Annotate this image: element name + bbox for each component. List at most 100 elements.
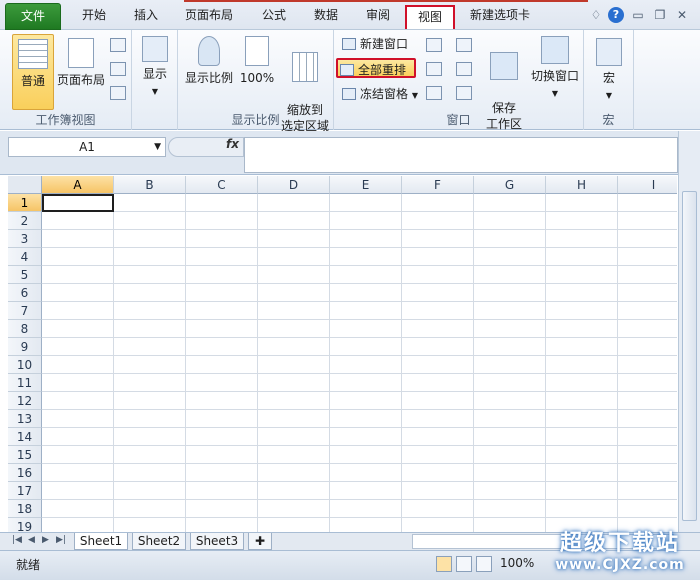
next-sheet-icon[interactable]: ▶ <box>42 535 49 545</box>
column-header[interactable]: E <box>330 176 402 194</box>
tab-page-layout[interactable]: 页面布局 <box>178 3 240 30</box>
column-header[interactable]: I <box>618 176 677 194</box>
minimize-window-icon[interactable]: ▭ <box>630 7 646 23</box>
column-header[interactable]: B <box>114 176 186 194</box>
name-box[interactable]: A1 ▼ <box>8 137 166 157</box>
row-header[interactable]: 10 <box>8 356 42 374</box>
tab-insert[interactable]: 插入 <box>124 3 168 30</box>
row-header[interactable]: 6 <box>8 284 42 302</box>
view-side-by-side-icon[interactable] <box>456 38 472 52</box>
status-ready: 就绪 <box>16 558 41 572</box>
zoom-button[interactable]: 显示比例 <box>182 34 236 110</box>
row-header[interactable]: 15 <box>8 446 42 464</box>
tab-data[interactable]: 数据 <box>304 3 348 30</box>
row-header[interactable]: 7 <box>8 302 42 320</box>
column-header[interactable]: D <box>258 176 330 194</box>
zoom-label: 显示比例 <box>184 71 233 85</box>
row-header[interactable]: 5 <box>8 266 42 284</box>
new-window-label: 新建窗口 <box>360 37 409 51</box>
chevron-down-icon[interactable]: ▼ <box>154 138 161 156</box>
synchronous-scrolling-icon[interactable] <box>456 62 472 76</box>
last-sheet-icon[interactable]: ▶| <box>56 535 66 545</box>
formula-input[interactable] <box>244 137 678 173</box>
show-button[interactable]: 显示 ▼ <box>136 34 174 110</box>
scroll-thumb[interactable] <box>682 191 697 521</box>
row-header[interactable]: 19 <box>8 518 42 532</box>
site-watermark: 超级下载站 www.CJXZ.com <box>540 525 700 580</box>
hide-icon[interactable] <box>426 62 442 76</box>
zoom-level[interactable]: 100% <box>500 556 534 570</box>
watermark-line2: www.CJXZ.com <box>555 557 685 573</box>
macros-label: 宏 <box>602 71 615 85</box>
switch-windows-button[interactable]: 切换窗口 ▼ <box>528 34 582 110</box>
chevron-down-icon: ▼ <box>411 91 418 100</box>
page-layout-view-button[interactable]: 页面布局 <box>56 34 106 110</box>
custom-views-icon[interactable] <box>110 62 126 76</box>
restore-window-icon[interactable]: ❐ <box>652 7 668 23</box>
zoom-100-label: 100% <box>239 71 275 85</box>
show-icon <box>142 36 168 62</box>
row-header[interactable]: 9 <box>8 338 42 356</box>
column-header[interactable]: A <box>42 176 114 194</box>
save-workspace-button[interactable]: 保存 工作区 <box>482 34 526 131</box>
row-header[interactable]: 13 <box>8 410 42 428</box>
reset-window-position-icon[interactable] <box>456 86 472 100</box>
close-window-icon[interactable]: ✕ <box>674 7 690 23</box>
page-layout-status-icon[interactable] <box>456 556 472 572</box>
column-header[interactable]: G <box>474 176 546 194</box>
arrange-all-button[interactable]: 全部重排 <box>336 58 416 78</box>
magnifier-icon <box>198 36 220 66</box>
zoom-to-selection-button[interactable]: 缩放到 选定区域 <box>278 34 332 133</box>
row-header[interactable]: 2 <box>8 212 42 230</box>
zoom-100-button[interactable]: 100% <box>238 34 276 110</box>
column-header[interactable]: C <box>186 176 258 194</box>
page-break-status-icon[interactable] <box>476 556 492 572</box>
full-screen-icon[interactable] <box>110 86 126 100</box>
normal-view-status-icon[interactable] <box>436 556 452 572</box>
sheet-tab-sheet1[interactable]: Sheet1 <box>74 533 128 550</box>
arrange-all-label: 全部重排 <box>358 63 407 77</box>
insert-sheet-icon[interactable]: ✚ <box>248 533 272 550</box>
insert-function-icon[interactable]: fx <box>226 137 239 151</box>
row-header[interactable]: 12 <box>8 392 42 410</box>
tab-new-tab[interactable]: 新建选项卡 <box>462 3 538 30</box>
switch-windows-icon <box>541 36 569 64</box>
minimize-ribbon-icon[interactable]: ♢ <box>588 7 604 23</box>
select-all-corner[interactable] <box>8 176 42 194</box>
macros-icon <box>596 38 622 66</box>
normal-view-button[interactable]: 普通 <box>12 34 54 110</box>
tab-file[interactable]: 文件 <box>5 3 61 30</box>
sheet-tab-sheet2[interactable]: Sheet2 <box>132 533 186 550</box>
help-icon[interactable]: ? <box>608 7 624 23</box>
tab-formulas[interactable]: 公式 <box>252 3 296 30</box>
row-header[interactable]: 16 <box>8 464 42 482</box>
page-break-preview-icon[interactable] <box>110 38 126 52</box>
watermark-line1: 超级下载站 <box>559 531 680 556</box>
prev-sheet-icon[interactable]: ◀ <box>28 535 35 545</box>
row-header[interactable]: 3 <box>8 230 42 248</box>
split-icon[interactable] <box>426 38 442 52</box>
first-sheet-icon[interactable]: |◀ <box>12 535 22 545</box>
column-header[interactable]: F <box>402 176 474 194</box>
vertical-scrollbar[interactable] <box>678 131 700 532</box>
sheet-tab-sheet3[interactable]: Sheet3 <box>190 533 244 550</box>
tab-view[interactable]: 视图 <box>405 5 455 29</box>
row-header[interactable]: 11 <box>8 374 42 392</box>
row-header[interactable]: 17 <box>8 482 42 500</box>
macros-button[interactable]: 宏 ▼ <box>590 34 628 110</box>
new-window-button[interactable]: 新建窗口 <box>340 34 408 54</box>
active-cell-a1[interactable] <box>42 194 114 212</box>
formula-bar: A1 ▼ fx <box>0 131 700 175</box>
column-header[interactable]: H <box>546 176 618 194</box>
unhide-icon[interactable] <box>426 86 442 100</box>
freeze-panes-button[interactable]: 冻结窗格 ▼ <box>340 84 418 104</box>
group-label-macros: 宏 <box>602 113 615 127</box>
tab-review[interactable]: 审阅 <box>356 3 400 30</box>
row-header[interactable]: 1 <box>8 194 42 212</box>
row-header[interactable]: 8 <box>8 320 42 338</box>
spreadsheet-grid[interactable]: A B C D E F G H I 1 2 3 4 5 6 7 8 9 10 11 12 13 14 15 16 17 18 19 <box>8 176 677 532</box>
row-header[interactable]: 4 <box>8 248 42 266</box>
row-header[interactable]: 14 <box>8 428 42 446</box>
tab-home[interactable]: 开始 <box>72 3 116 30</box>
row-header[interactable]: 18 <box>8 500 42 518</box>
